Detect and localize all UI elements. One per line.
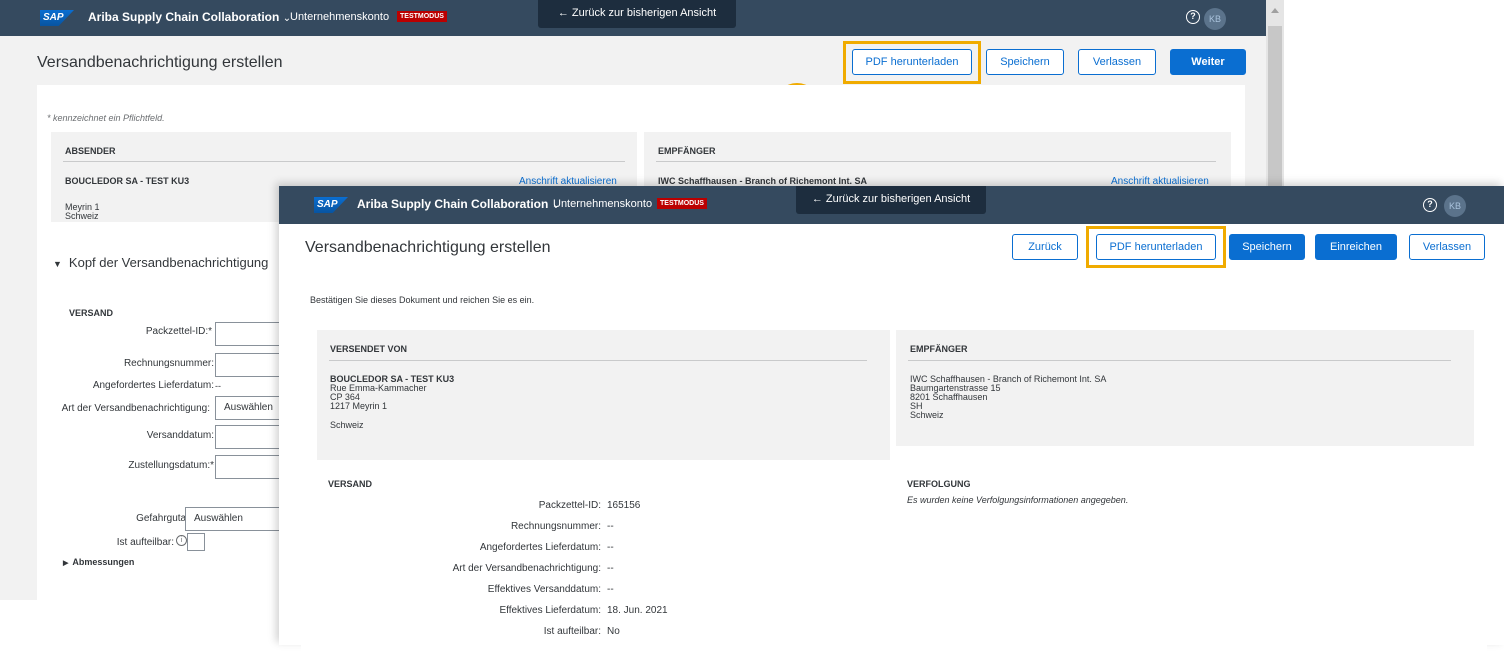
recipient-box: EMPFÄNGER IWC Schaffhausen - Branch of R… — [896, 330, 1474, 446]
product-menu[interactable]: Ariba Supply Chain Collaboration ⌄ — [357, 197, 560, 211]
invoice-number-value: -- — [607, 521, 614, 532]
actual-ship-date-label: Effektives Versanddatum: — [487, 584, 601, 595]
invoice-number-label: Rechnungsnummer: — [510, 521, 601, 532]
scroll-up-icon[interactable] — [1271, 8, 1279, 13]
packing-slip-value: 165156 — [607, 500, 641, 511]
ship-date-input[interactable] — [215, 425, 280, 449]
sender-line-4: Schweiz — [330, 420, 364, 430]
shell-bar: SAP Ariba Supply Chain Collaboration ⌄ U… — [0, 0, 1284, 36]
shell-bar: SAP Ariba Supply Chain Collaboration ⌄ U… — [279, 186, 1504, 224]
splittable-checkbox[interactable] — [187, 533, 205, 551]
test-mode-badge: TESTMODUS — [657, 198, 707, 209]
recipient-line-4: Schweiz — [910, 410, 944, 420]
page-title: Versandbenachrichtigung erstellen — [37, 54, 283, 71]
sender-box: VERSENDET VON BOUCLEDOR SA - TEST KU3 Ru… — [317, 330, 890, 460]
avatar[interactable]: KB — [1444, 195, 1466, 217]
sender-line-2: Schweiz — [65, 211, 99, 221]
help-icon[interactable]: ? — [1423, 198, 1437, 212]
hazmat-select[interactable]: Auswählen — [185, 507, 280, 531]
header-section-toggle[interactable]: ▼ Kopf der Versandbenachrichtigung — [53, 255, 268, 270]
account-label[interactable]: Unternehmenskonto — [290, 11, 389, 23]
notice-type-select[interactable]: Auswählen — [215, 396, 280, 420]
scrollbar-thumb[interactable] — [1268, 26, 1282, 186]
sender-name: BOUCLEDOR SA - TEST KU3 — [65, 176, 190, 186]
page-title: Versandbenachrichtigung erstellen — [305, 239, 551, 256]
invoice-number-input[interactable] — [215, 353, 280, 377]
sender-heading: VERSENDET VON — [330, 344, 408, 354]
header-section-title: Kopf der Versandbenachrichtigung — [68, 255, 269, 270]
tracking-note: Es wurden keine Verfolgungsinformationen… — [907, 495, 1129, 505]
requested-date-value: -- — [607, 542, 614, 553]
splittable-label: Ist aufteilbar: — [543, 626, 601, 637]
delivery-date-label: Zustellungsdatum:* — [128, 460, 214, 471]
requested-date-label: Angefordertes Lieferdatum: — [479, 542, 601, 553]
leave-button[interactable]: Verlassen — [1078, 49, 1156, 75]
shipping-heading: VERSAND — [328, 479, 373, 489]
notice-type-label: Art der Versandbenachrichtigung: — [452, 563, 601, 574]
info-icon[interactable]: i — [176, 535, 187, 546]
next-button[interactable]: Weiter — [1170, 49, 1246, 75]
splittable-label: Ist aufteilbar: — [116, 537, 174, 548]
shipping-heading: VERSAND — [69, 308, 114, 318]
ship-date-label: Versanddatum: — [146, 430, 214, 441]
tracking-heading: VERFOLGUNG — [907, 479, 971, 489]
delivery-date-input[interactable] — [215, 455, 280, 479]
required-note: * kennzeichnet ein Pflichtfeld. — [47, 113, 165, 123]
actual-delivery-date-value: 18. Jun. 2021 — [607, 605, 668, 616]
dimensions-toggle[interactable]: ▶ Abmessungen — [63, 557, 134, 567]
actual-delivery-date-label: Effektives Lieferdatum: — [499, 605, 601, 616]
divider — [656, 161, 1216, 162]
account-label[interactable]: Unternehmenskonto — [553, 198, 652, 210]
recipient-name: IWC Schaffhausen - Branch of Richemont I… — [658, 176, 868, 186]
document-card: Bestätigen Sie dieses Dokument und reich… — [301, 274, 1487, 654]
product-name: Ariba Supply Chain Collaboration — [88, 10, 280, 24]
save-button[interactable]: Speichern — [1229, 234, 1305, 260]
caret-down-icon: ▼ — [53, 259, 62, 269]
recipient-heading: EMPFÄNGER — [658, 146, 716, 156]
dimensions-label: Abmessungen — [72, 557, 135, 567]
product-menu[interactable]: Ariba Supply Chain Collaboration ⌄ — [88, 10, 291, 24]
requested-date-label: Angefordertes Lieferdatum: — [92, 380, 214, 391]
leave-button[interactable]: Verlassen — [1409, 234, 1485, 260]
packing-slip-label: Packzettel-ID:* — [145, 326, 212, 337]
sender-heading: ABSENDER — [65, 146, 116, 156]
sap-logo[interactable]: SAP — [40, 10, 74, 26]
recipient-heading: EMPFÄNGER — [910, 344, 968, 354]
sender-line-3: 1217 Meyrin 1 — [330, 401, 388, 411]
back-to-previous-view-button[interactable]: ← Zurück zur bisherigen Ansicht — [796, 186, 986, 214]
pdf-download-button[interactable]: PDF herunterladen — [1096, 234, 1216, 260]
packing-slip-label: Packzettel-ID: — [538, 500, 601, 511]
submit-button[interactable]: Einreichen — [1315, 234, 1397, 260]
back-button[interactable]: Zurück — [1012, 234, 1078, 260]
front-window: SAP Ariba Supply Chain Collaboration ⌄ U… — [279, 186, 1504, 654]
actual-ship-date-value: -- — [607, 584, 614, 595]
save-button[interactable]: Speichern — [986, 49, 1064, 75]
instruction-text: Bestätigen Sie dieses Dokument und reich… — [310, 295, 535, 305]
scrollbar[interactable] — [1266, 0, 1284, 186]
product-name: Ariba Supply Chain Collaboration — [357, 197, 549, 211]
packing-slip-input[interactable] — [215, 322, 280, 346]
test-mode-badge: TESTMODUS — [397, 11, 447, 22]
notice-type-value: -- — [607, 563, 614, 574]
help-icon[interactable]: ? — [1186, 10, 1200, 24]
divider — [908, 360, 1451, 361]
invoice-number-label: Rechnungsnummer: — [123, 358, 214, 369]
sap-logo[interactable]: SAP — [314, 197, 348, 213]
divider — [63, 161, 625, 162]
avatar[interactable]: KB — [1204, 8, 1226, 30]
back-to-previous-view-button[interactable]: ← Zurück zur bisherigen Ansicht — [538, 0, 736, 28]
requested-date-value: -- — [215, 381, 221, 391]
caret-right-icon: ▶ — [63, 560, 69, 567]
pdf-button-highlight — [843, 41, 981, 84]
splittable-value: No — [607, 626, 620, 637]
notice-type-label: Art der Versandbenachrichtigung: — [61, 403, 210, 414]
divider — [329, 360, 867, 361]
